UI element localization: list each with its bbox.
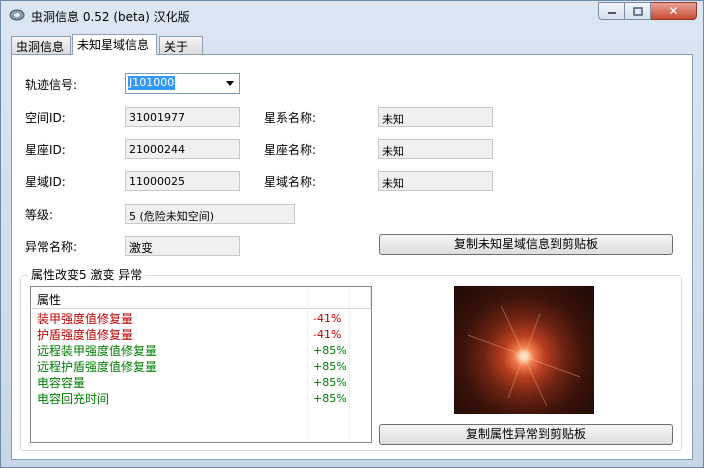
effect-name: 远程护盾强度值修复量 [37, 360, 158, 374]
signal-value: J101000 [128, 76, 176, 90]
effect-name: 电容回充时间 [37, 392, 110, 406]
chevron-down-icon[interactable] [226, 81, 234, 86]
wormhole-streak [524, 313, 541, 357]
space-id-field[interactable]: 31001977 [125, 107, 240, 127]
constellation-id-field[interactable]: 21000244 [125, 139, 240, 159]
column-header-attribute[interactable]: 属性 [31, 287, 308, 309]
maximize-icon [632, 6, 643, 16]
anomaly-name-field[interactable]: 激变 [125, 236, 240, 256]
space-id-label: 空间ID: [25, 111, 66, 125]
column-header-extra[interactable] [350, 287, 371, 309]
wormhole-streak [507, 355, 524, 399]
minimize-icon [607, 12, 616, 14]
effects-group-title: 属性改变5 激变 异常 [28, 266, 146, 283]
app-window: 虫洞信息 0.52 (beta) 汉化版 ✕ 虫洞信息 未知星域信息 关于 轨迹… [0, 0, 704, 468]
system-name-field[interactable]: 未知 [378, 107, 493, 127]
list-item[interactable]: 电容回充时间 +85% [37, 391, 367, 407]
tab-unknown-region-info[interactable]: 未知星域信息 [72, 34, 157, 55]
title-bar[interactable]: 虫洞信息 0.52 (beta) 汉化版 ✕ [1, 1, 703, 31]
region-id-field[interactable]: 11000025 [125, 171, 240, 191]
column-header-value[interactable] [308, 287, 350, 309]
copy-region-info-button[interactable]: 复制未知星域信息到剪贴板 [379, 234, 673, 255]
effect-name: 电容容量 [37, 376, 86, 390]
signal-dropdown[interactable]: J101000 [125, 73, 240, 94]
constellation-name-field[interactable]: 未知 [378, 139, 493, 159]
effect-value: -41% [313, 328, 342, 341]
constellation-name-label: 星座名称: [264, 143, 317, 157]
effect-value: -41% [313, 312, 342, 325]
region-id-label: 星域ID: [25, 175, 66, 189]
region-name-label: 星域名称: [264, 175, 317, 189]
wormhole-image [454, 286, 594, 414]
effect-value: +85% [313, 344, 347, 357]
tab-panel: 轨迹信号: J101000 空间ID: 31001977 星系名称: 未知 星座… [11, 54, 693, 460]
constellation-id-label: 星座ID: [25, 143, 66, 157]
close-button[interactable]: ✕ [651, 2, 697, 20]
wormhole-app-icon [9, 9, 25, 21]
list-item[interactable]: 装甲强度值修复量 -41% [37, 311, 367, 327]
minimize-button[interactable] [598, 2, 625, 20]
list-item[interactable]: 远程护盾强度值修复量 +85% [37, 359, 367, 375]
anomaly-name-label: 异常名称: [25, 240, 78, 254]
level-label: 等级: [25, 208, 54, 222]
tab-about[interactable]: 关于 [159, 36, 203, 54]
effect-name: 装甲强度值修复量 [37, 312, 134, 326]
list-item[interactable]: 电容容量 +85% [37, 375, 367, 391]
effect-name: 护盾强度值修复量 [37, 328, 134, 342]
effect-value: +85% [313, 392, 347, 405]
effect-value: +85% [313, 376, 347, 389]
close-icon: ✕ [668, 4, 679, 18]
signal-label: 轨迹信号: [25, 78, 78, 92]
list-item[interactable]: 远程装甲强度值修复量 +85% [37, 343, 367, 359]
effect-name: 远程装甲强度值修复量 [37, 344, 158, 358]
level-field[interactable]: 5 (危险未知空间) [125, 204, 295, 224]
list-item[interactable]: 护盾强度值修复量 -41% [37, 327, 367, 343]
window-title: 虫洞信息 0.52 (beta) 汉化版 [31, 10, 190, 24]
copy-effects-button[interactable]: 复制属性异常到剪贴板 [379, 424, 673, 445]
tab-wormhole-info[interactable]: 虫洞信息 [11, 36, 71, 54]
effects-list[interactable]: 属性 装甲强度值修复量 -41% 护盾强度值修复量 -41% 远程装甲强度值修复… [30, 286, 372, 443]
system-name-label: 星系名称: [264, 111, 317, 125]
maximize-button[interactable] [625, 2, 651, 20]
effect-value: +85% [313, 360, 347, 373]
region-name-field[interactable]: 未知 [378, 171, 493, 191]
